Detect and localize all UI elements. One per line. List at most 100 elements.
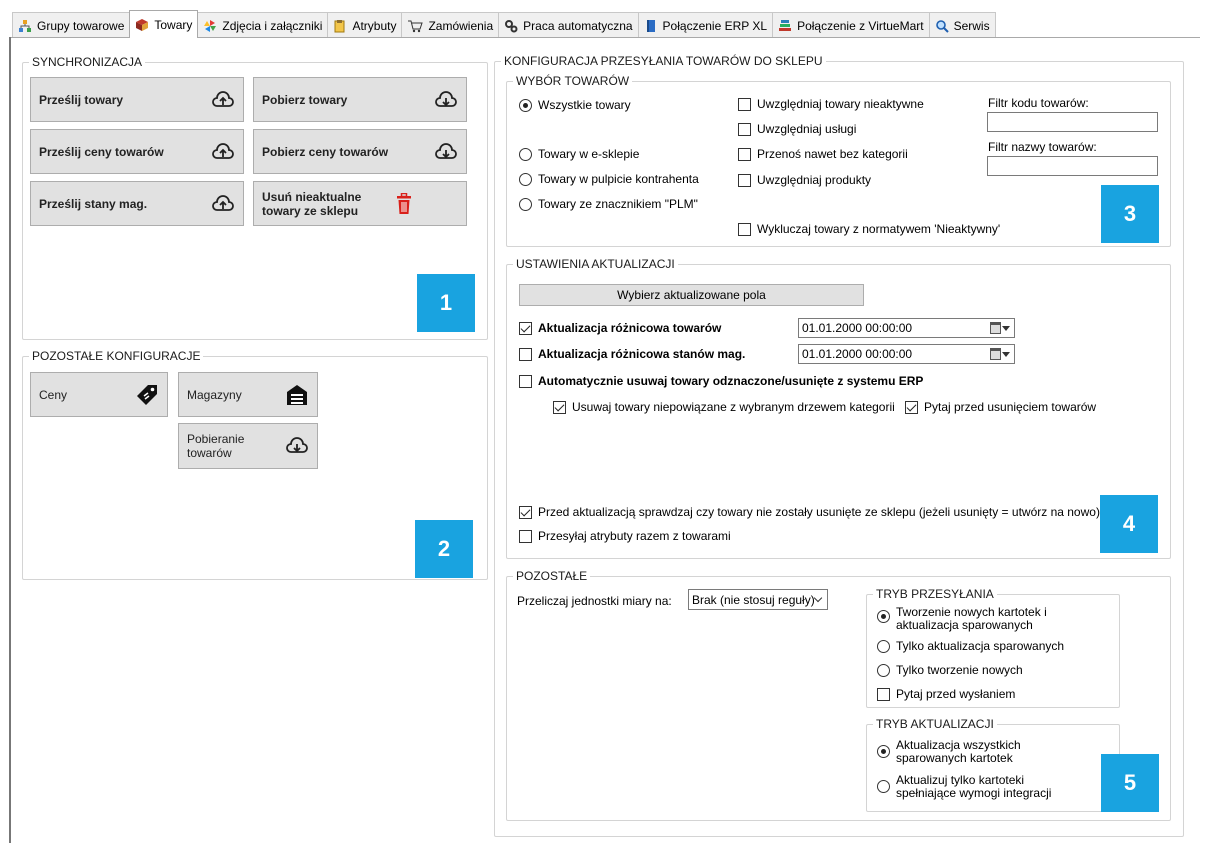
button-label: Usuń nieaktualne towary ze sklepu xyxy=(262,189,362,218)
send-mode-title: TRYB PRZESYŁANIA xyxy=(873,587,997,601)
tab-polaczenie-erp[interactable]: Połączenie ERP XL xyxy=(637,12,774,38)
remove-outdated-button[interactable]: Usuń nieaktualne towary ze sklepu xyxy=(253,181,467,226)
button-label: Pobierz towary xyxy=(262,92,348,107)
groups-icon xyxy=(19,19,31,32)
check-auto-remove[interactable]: Automatycznie usuwaj towary odznaczone/u… xyxy=(519,374,923,388)
checkbox xyxy=(519,374,532,388)
checkbox xyxy=(905,400,918,414)
tab-serwis[interactable]: Serwis xyxy=(928,12,996,38)
check-products[interactable]: Uwzględniaj produkty xyxy=(738,173,871,187)
radio-dot xyxy=(877,610,890,623)
cloud-upload-icon xyxy=(211,88,235,112)
radio-update-only[interactable]: Tylko aktualizacja sparowanych xyxy=(877,639,1064,653)
checkbox xyxy=(519,529,532,543)
diff-stock-date[interactable]: 01.01.2000 00:00:00 xyxy=(798,344,1015,364)
check-label: Przenoś nawet bez kategorii xyxy=(757,147,908,161)
warehouse-icon xyxy=(285,383,309,407)
checkbox xyxy=(519,505,532,519)
check-label: Przed aktualizacją sprawdzaj czy towary … xyxy=(538,505,1100,519)
attributes-icon xyxy=(334,19,345,32)
trash-icon xyxy=(392,192,416,216)
check-label: Uwzględniaj usługi xyxy=(757,122,857,136)
radio-eshop-products[interactable]: Towary w e-sklepie xyxy=(519,147,639,161)
radio-create-only[interactable]: Tylko tworzenie nowych xyxy=(877,663,1023,677)
gears-icon xyxy=(505,19,518,32)
check-diff-products[interactable]: Aktualizacja różnicowa towarów xyxy=(519,321,721,335)
checkbox xyxy=(519,321,532,335)
get-products-button[interactable]: Pobierz towary xyxy=(253,77,467,122)
code-filter-input[interactable] xyxy=(987,112,1158,132)
radio-contractor-products[interactable]: Towary w pulpicie kontrahenta xyxy=(519,172,699,186)
tab-label: Towary xyxy=(154,17,193,32)
tab-grupy-towarowe[interactable]: Grupy towarowe xyxy=(12,12,131,38)
button-label: Pobierz ceny towarów xyxy=(262,144,389,159)
check-exclude-inactive-normative[interactable]: Wykluczaj towary z normatywem 'Nieaktywn… xyxy=(738,222,1000,236)
warehouses-button[interactable]: Magazyny xyxy=(178,372,318,417)
checkbox xyxy=(738,122,751,136)
check-send-attributes[interactable]: Przesyłaj atrybuty razem z towarami xyxy=(519,529,731,543)
radio-create-and-update[interactable]: Tworzenie nowych kartotek i aktualizacja… xyxy=(877,606,1056,632)
cloud-download-icon xyxy=(434,88,458,112)
radio-label: Towary w e-sklepie xyxy=(538,147,640,161)
check-remove-unlinked[interactable]: Usuwaj towary niepowiązane z wybranym dr… xyxy=(553,400,895,414)
checkbox xyxy=(877,687,890,701)
name-filter-input[interactable] xyxy=(987,156,1158,176)
check-ask-before-remove[interactable]: Pytaj przed usunięciem towarów xyxy=(905,400,1096,414)
radio-update-compliant[interactable]: Aktualizuj tylko kartoteki spełniające w… xyxy=(877,774,1056,800)
units-select[interactable]: Brak (nie stosuj reguły) xyxy=(688,589,828,610)
radio-dot xyxy=(519,172,532,186)
section-badge-5: 5 xyxy=(1101,754,1159,812)
diff-products-date[interactable]: 01.01.2000 00:00:00 xyxy=(798,318,1015,338)
checkbox xyxy=(738,222,751,236)
calendar-dropdown-icon[interactable] xyxy=(990,348,1010,360)
check-ask-before-send[interactable]: Pytaj przed wysłaniem xyxy=(877,687,1015,701)
books-icon xyxy=(779,19,792,31)
selection-title: WYBÓR TOWARÓW xyxy=(513,74,633,88)
tab-label: Serwis xyxy=(953,18,990,33)
choose-fields-button[interactable]: Wybierz aktualizowane pola xyxy=(519,284,864,306)
date-value: 01.01.2000 00:00:00 xyxy=(802,321,913,335)
get-prices-button[interactable]: Pobierz ceny towarów xyxy=(253,129,467,174)
tab-polaczenie-virtuemart[interactable]: Połączenie z VirtueMart xyxy=(772,12,930,38)
radio-dot xyxy=(519,98,532,112)
radio-dot xyxy=(877,780,890,793)
fetching-products-button[interactable]: Pobieranie towarów xyxy=(178,423,318,469)
radio-dot xyxy=(519,147,532,161)
radio-label: Towary ze znacznikiem "PLM" xyxy=(538,197,698,211)
check-inactive-products[interactable]: Uwzględniaj towary nieaktywne xyxy=(738,97,924,111)
tab-towary[interactable]: Towary xyxy=(129,10,199,38)
radio-dot xyxy=(519,197,532,211)
prices-button[interactable]: Ceny xyxy=(30,372,168,417)
tab-zdjecia[interactable]: Zdjęcia i załączniki xyxy=(197,12,329,38)
calendar-dropdown-icon[interactable] xyxy=(990,322,1010,334)
tab-zamowienia[interactable]: Zamówienia xyxy=(401,12,500,38)
chevron-down-icon xyxy=(813,593,823,603)
button-label: Prześlij stany mag. xyxy=(39,196,148,211)
check-label: Uwzględniaj towary nieaktywne xyxy=(757,97,924,111)
tab-label: Zdjęcia i załączniki xyxy=(222,18,323,33)
send-products-button[interactable]: Prześlij towary xyxy=(30,77,244,122)
check-services[interactable]: Uwzględniaj usługi xyxy=(738,122,856,136)
radio-label: Aktualizuj tylko kartoteki spełniające w… xyxy=(896,773,1052,800)
update-mode-title: TRYB AKTUALIZACJI xyxy=(873,717,997,731)
radio-label: Tylko tworzenie nowych xyxy=(896,663,1023,677)
send-prices-button[interactable]: Prześlij ceny towarów xyxy=(30,129,244,174)
tab-praca-automatyczna[interactable]: Praca automatyczna xyxy=(498,12,639,38)
date-value: 01.01.2000 00:00:00 xyxy=(802,347,913,361)
button-label: Magazyny xyxy=(187,387,242,402)
check-without-category[interactable]: Przenoś nawet bez kategorii xyxy=(738,147,908,161)
radio-all-products[interactable]: Wszystkie towary xyxy=(519,98,631,112)
tab-atrybuty[interactable]: Atrybuty xyxy=(327,12,403,38)
units-select-value: Brak (nie stosuj reguły) xyxy=(692,592,815,607)
button-label: Ceny xyxy=(39,387,68,402)
radio-plm-products[interactable]: Towary ze znacznikiem "PLM" xyxy=(519,197,698,211)
check-verify-deleted[interactable]: Przed aktualizacją sprawdzaj czy towary … xyxy=(519,505,1100,519)
tab-label: Połączenie ERP XL xyxy=(662,18,768,33)
radio-update-all[interactable]: Aktualizacja wszystkich sparowanych kart… xyxy=(877,739,1056,765)
window-left-edge xyxy=(9,37,11,843)
check-label: Pytaj przed wysłaniem xyxy=(896,687,1016,701)
config-group-title: KONFIGURACJA PRZESYŁANIA TOWARÓW DO SKLE… xyxy=(501,54,826,68)
send-stock-button[interactable]: Prześlij stany mag. xyxy=(30,181,244,226)
name-filter-label: Filtr nazwy towarów: xyxy=(988,140,1097,154)
check-diff-stock[interactable]: Aktualizacja różnicowa stanów mag. xyxy=(519,347,745,361)
